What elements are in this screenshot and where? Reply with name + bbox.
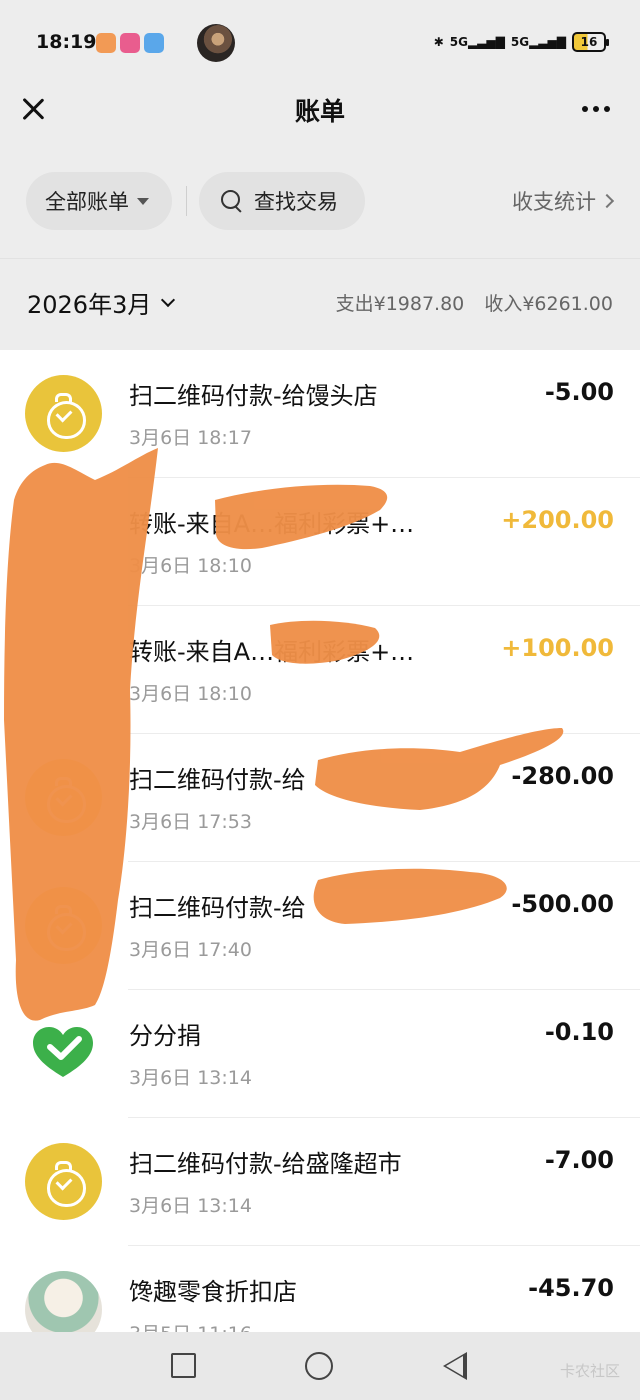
transaction-row[interactable]: 分分捐 3月6日 13:14 -0.10 xyxy=(0,990,640,1118)
more-icon[interactable] xyxy=(582,106,610,112)
caret-down-icon xyxy=(137,197,149,205)
transaction-amount: -45.70 xyxy=(528,1274,614,1302)
money-bag-icon xyxy=(25,1143,102,1220)
notification-app-icon xyxy=(120,33,140,53)
money-bag-icon xyxy=(25,375,102,452)
divider xyxy=(186,186,187,216)
transaction-row[interactable]: 扫二维码付款-给 3月6日 17:40 -500.00 xyxy=(0,862,640,990)
back-icon[interactable] xyxy=(443,1352,467,1380)
search-icon xyxy=(221,190,243,212)
transaction-title: 转账-来自A…福利彩票+… xyxy=(129,638,415,666)
transfer-avatar-icon xyxy=(25,503,102,580)
watermark: 卡农社区 xyxy=(559,1362,620,1380)
bluetooth-icon: ✱ xyxy=(433,35,444,49)
transaction-amount: -7.00 xyxy=(544,1146,614,1174)
transaction-time: 3月6日 13:14 xyxy=(129,1195,252,1217)
clock: 18:19 xyxy=(36,31,97,53)
all-bills-label: 全部账单 xyxy=(45,190,129,214)
transaction-row[interactable]: 转账-来自A…福利彩票+… 3月6日 18:10 +200.00 xyxy=(0,478,640,606)
all-bills-dropdown[interactable]: 全部账单 xyxy=(26,172,172,230)
transaction-row[interactable]: 扫二维码付款-给馒头店 3月6日 18:17 -5.00 xyxy=(0,350,640,478)
status-bar: 18:19 ✱ 5G▂▃▅▇ 5G▂▃▅▇ 16 xyxy=(0,0,640,84)
transaction-row[interactable]: 馋趣零食折扣店 3月5日 11:16 -45.70 xyxy=(0,1246,640,1332)
transaction-time: 3月6日 18:10 xyxy=(129,555,252,577)
transaction-time: 3月6日 17:40 xyxy=(129,939,252,961)
signal-icon: 5G▂▃▅▇ xyxy=(510,35,566,49)
search-label: 查找交易 xyxy=(254,190,338,214)
transaction-title: 扫二维码付款-给盛隆超市 xyxy=(129,1150,402,1178)
weather-icon xyxy=(144,33,164,53)
transaction-amount: +200.00 xyxy=(501,506,614,534)
transaction-row[interactable]: 扫二维码付款-给 3月6日 17:53 -280.00 xyxy=(0,734,640,862)
recent-apps-icon[interactable] xyxy=(171,1353,196,1378)
transaction-time: 3月6日 18:17 xyxy=(129,427,252,449)
transaction-title: 扫二维码付款-给 xyxy=(129,894,306,922)
title-bar: 账单 xyxy=(0,84,640,140)
money-bag-icon xyxy=(25,759,102,836)
heart-charity-icon xyxy=(25,1015,102,1092)
income-total: 收入¥6261.00 xyxy=(484,293,613,315)
notification-app-icon xyxy=(96,33,116,53)
system-nav-bar xyxy=(0,1332,640,1400)
transaction-title: 转账-来自A…福利彩票+… xyxy=(129,510,415,538)
filter-bar: 全部账单 查找交易 收支统计 xyxy=(0,172,640,230)
transaction-amount: -5.00 xyxy=(544,378,614,406)
battery-icon: 16 xyxy=(572,32,609,52)
transaction-title: 扫二维码付款-给 xyxy=(129,766,306,794)
chevron-right-icon xyxy=(599,193,615,209)
signal-icon: 5G▂▃▅▇ xyxy=(449,35,505,49)
status-icons: ✱ 5G▂▃▅▇ 5G▂▃▅▇ 16 xyxy=(433,30,609,54)
transaction-time: 3月6日 17:53 xyxy=(129,811,252,833)
transaction-amount: -500.00 xyxy=(511,890,614,918)
stats-link[interactable]: 收支统计 xyxy=(512,186,615,216)
transaction-title: 馋趣零食折扣店 xyxy=(129,1278,297,1306)
transaction-title: 扫二维码付款-给馒头店 xyxy=(129,382,378,410)
stats-label: 收支统计 xyxy=(512,190,596,214)
shop-avatar-icon xyxy=(25,1271,102,1332)
transaction-list: 扫二维码付款-给馒头店 3月6日 18:17 -5.00 转账-来自A…福利彩票… xyxy=(0,350,640,1332)
month-totals: 支出¥1987.80 收入¥6261.00 xyxy=(322,289,613,316)
month-selector[interactable]: 2026年3月 xyxy=(27,285,176,320)
home-icon[interactable] xyxy=(305,1352,333,1380)
month-summary-bar: 2026年3月 支出¥1987.80 收入¥6261.00 xyxy=(0,258,640,350)
expense-total: 支出¥1987.80 xyxy=(335,293,465,315)
transaction-amount: -0.10 xyxy=(544,1018,614,1046)
transaction-time: 3月6日 13:14 xyxy=(129,1067,252,1089)
transaction-amount: -280.00 xyxy=(511,762,614,790)
transaction-title: 分分捐 xyxy=(129,1022,201,1050)
transaction-row[interactable]: 转账-来自A…福利彩票+… 3月6日 18:10 +100.00 xyxy=(0,606,640,734)
transfer-avatar-icon xyxy=(25,631,102,708)
month-label: 2026年3月 xyxy=(27,291,152,319)
transaction-row[interactable]: 扫二维码付款-给盛隆超市 3月6日 13:14 -7.00 xyxy=(0,1118,640,1246)
page-title: 账单 xyxy=(294,97,345,126)
transaction-time: 3月6日 18:10 xyxy=(129,683,252,705)
transaction-amount: +100.00 xyxy=(501,634,614,662)
transaction-time: 3月5日 11:16 xyxy=(129,1319,252,1332)
floating-avatar[interactable] xyxy=(197,24,235,62)
search-transactions-button[interactable]: 查找交易 xyxy=(199,172,365,230)
money-bag-icon xyxy=(25,887,102,964)
chevron-down-icon xyxy=(161,292,176,308)
